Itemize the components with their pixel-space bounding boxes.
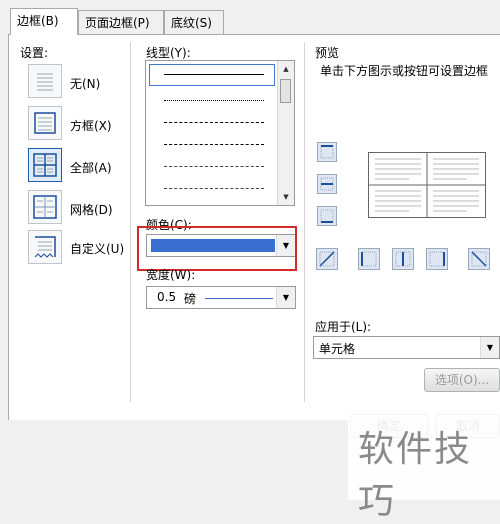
line-style-dash-dot[interactable] bbox=[164, 166, 264, 167]
border-inside-vertical-icon bbox=[395, 251, 411, 267]
preview-heading: 预览 bbox=[315, 46, 340, 60]
width-line-sample bbox=[205, 298, 273, 299]
scroll-up-icon[interactable]: ▲ bbox=[278, 61, 294, 77]
scroll-thumb[interactable] bbox=[280, 79, 291, 103]
highlight-box bbox=[137, 226, 297, 271]
border-left-button[interactable] bbox=[358, 248, 380, 270]
setting-none-label: 无(N) bbox=[70, 77, 101, 91]
line-style-list[interactable]: ▲ ▼ bbox=[145, 60, 295, 206]
apply-to-label: 应用于(L): bbox=[315, 320, 372, 334]
watermark: 软件技巧 bbox=[348, 392, 500, 522]
width-value: 0.5 bbox=[157, 290, 177, 304]
line-style-dashed-small[interactable] bbox=[164, 122, 264, 123]
border-top-button[interactable] bbox=[317, 142, 337, 162]
line-style-label: 线型(Y): bbox=[146, 46, 191, 60]
separator-left bbox=[130, 42, 131, 402]
setting-custom[interactable] bbox=[28, 230, 62, 264]
options-button[interactable]: 选项(O)... bbox=[424, 368, 500, 392]
setting-all[interactable] bbox=[28, 148, 62, 182]
tab-page-borders[interactable]: 页面边框(P) bbox=[78, 10, 164, 34]
chevron-down-icon[interactable]: ▼ bbox=[480, 337, 499, 358]
setting-grid[interactable] bbox=[28, 190, 62, 224]
preview-area[interactable] bbox=[368, 152, 486, 218]
border-inside-horizontal-icon bbox=[320, 177, 334, 191]
line-style-scrollbar[interactable]: ▲ ▼ bbox=[277, 61, 294, 205]
panel-left-edge bbox=[8, 34, 9, 420]
separator-right bbox=[304, 42, 305, 402]
preview-hint: 单击下方图示或按钮可设置边框 bbox=[320, 64, 489, 78]
border-right-button[interactable] bbox=[426, 248, 448, 270]
line-style-dashed[interactable] bbox=[164, 144, 264, 145]
width-unit: 磅 bbox=[184, 292, 197, 306]
setting-custom-label: 自定义(U) bbox=[70, 242, 125, 256]
tab-shading[interactable]: 底纹(S) bbox=[164, 10, 224, 34]
line-style-dotted[interactable] bbox=[164, 100, 264, 101]
border-inside-v-button[interactable] bbox=[392, 248, 414, 270]
border-none-icon bbox=[37, 73, 53, 91]
settings-heading: 设置: bbox=[20, 46, 49, 60]
setting-all-label: 全部(A) bbox=[70, 161, 112, 175]
width-combo[interactable]: 0.5 磅 ▼ bbox=[146, 286, 296, 309]
border-diag-up-button[interactable] bbox=[468, 248, 490, 270]
border-diag-down-button[interactable] bbox=[316, 248, 338, 270]
border-box-icon bbox=[34, 112, 56, 134]
tab-bar: 边框(B) 页面边框(P) 底纹(S) bbox=[0, 0, 500, 35]
setting-grid-label: 网格(D) bbox=[70, 203, 113, 217]
chevron-down-icon[interactable]: ▼ bbox=[276, 287, 295, 308]
diagonal-down-icon bbox=[471, 251, 487, 267]
scroll-down-icon[interactable]: ▼ bbox=[278, 189, 294, 205]
border-all-icon bbox=[33, 153, 57, 177]
watermark-text: 软件技巧 bbox=[358, 429, 473, 522]
setting-box[interactable] bbox=[28, 106, 62, 140]
border-custom-icon bbox=[34, 236, 56, 258]
diagonal-up-icon bbox=[319, 251, 335, 267]
apply-to-value: 单元格 bbox=[319, 342, 356, 356]
width-label: 宽度(W): bbox=[146, 268, 196, 282]
line-style-selected[interactable] bbox=[149, 64, 275, 86]
tab-borders[interactable]: 边框(B) bbox=[10, 8, 78, 35]
border-grid-icon bbox=[33, 195, 57, 219]
preview-table-icon bbox=[369, 153, 485, 217]
border-left-icon bbox=[361, 251, 377, 267]
setting-none[interactable] bbox=[28, 64, 62, 98]
border-right-icon bbox=[429, 251, 445, 267]
line-style-solid[interactable] bbox=[164, 74, 264, 75]
border-bottom-button[interactable] bbox=[317, 206, 337, 226]
apply-to-combo[interactable]: 单元格 ▼ bbox=[313, 336, 500, 359]
line-style-dash-dot-dot[interactable] bbox=[164, 188, 264, 189]
setting-box-label: 方框(X) bbox=[70, 119, 112, 133]
border-inside-h-button[interactable] bbox=[317, 174, 337, 194]
border-bottom-icon bbox=[320, 209, 334, 223]
border-top-icon bbox=[320, 145, 334, 159]
